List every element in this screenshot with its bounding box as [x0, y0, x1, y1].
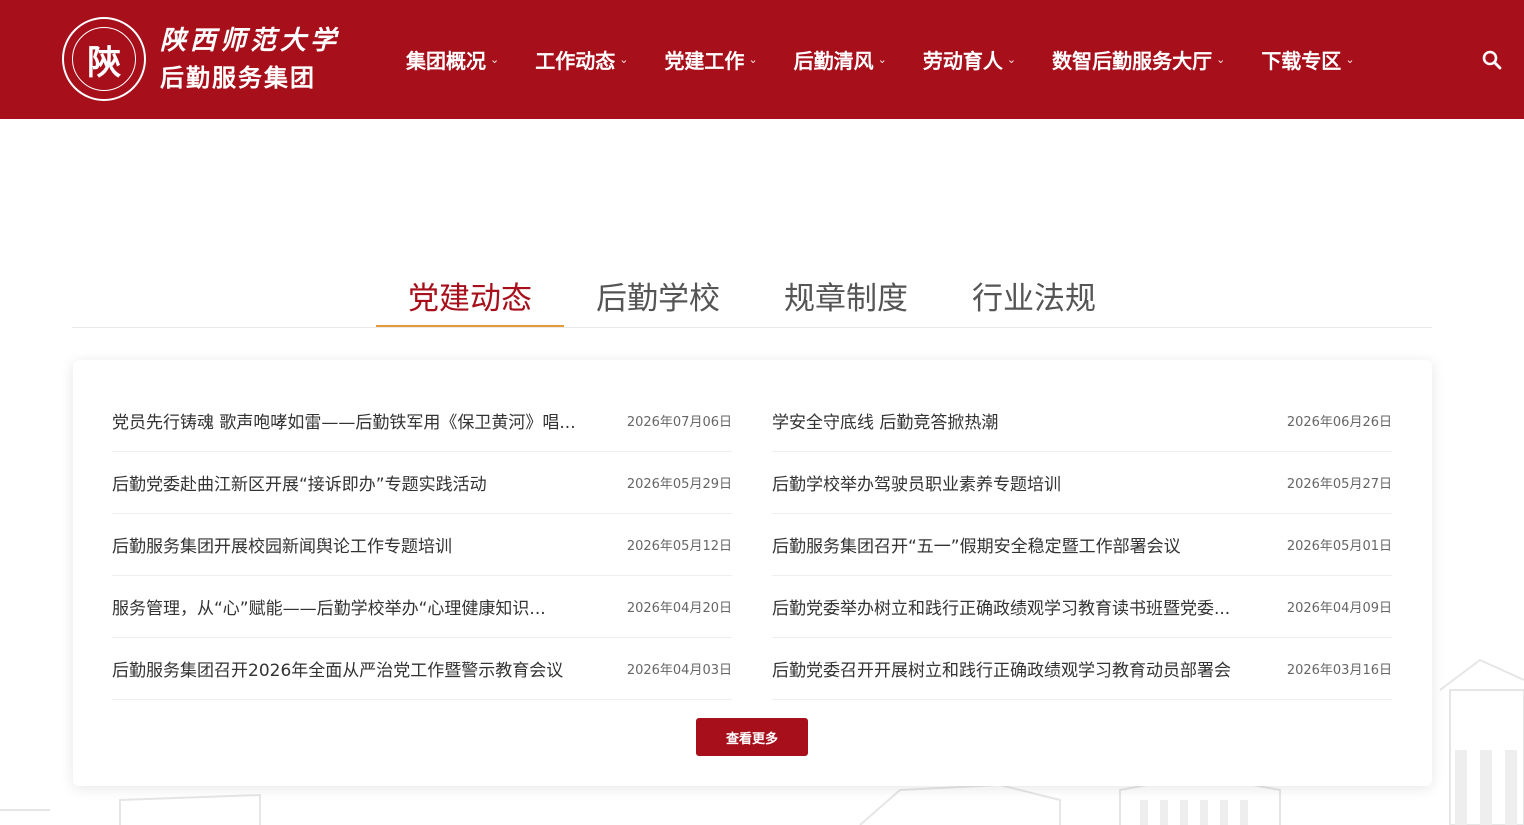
- nav-label: 党建工作: [664, 49, 745, 73]
- news-list-card: 党员先行铸魂 歌声咆哮如雷——后勤铁军用《保卫黄河》唱... 2026年07月0…: [73, 360, 1432, 786]
- news-column-right: 学安全守底线 后勤竞答掀热潮 2026年06月26日 后勤学校举办驾驶员职业素养…: [772, 390, 1392, 700]
- news-title[interactable]: 后勤党委赴曲江新区开展“接诉即办”专题实践活动: [112, 470, 487, 495]
- tab-industry-laws[interactable]: 行业法规: [940, 262, 1128, 328]
- news-date: 2026年04月20日: [626, 601, 732, 616]
- news-title[interactable]: 后勤服务集团召开“五一”假期安全稳定暨工作部署会议: [772, 532, 1181, 557]
- list-item[interactable]: 后勤服务集团开展校园新闻舆论工作专题培训 2026年05月12日: [112, 514, 732, 576]
- news-category-tabs: 党建动态 后勤学校 规章制度 行业法规: [376, 262, 1128, 328]
- site-header: 陝 陕西师范大学 后勤服务集团 集团概况 ⌄ 工作动态 ⌄ 党建工作 ⌄ 后勤清…: [0, 0, 1524, 119]
- main-nav: 集团概况 ⌄ 工作动态 ⌄ 党建工作 ⌄ 后勤清风 ⌄ 劳动育人 ⌄ 数智后勤服…: [406, 0, 1391, 119]
- tab-logistics-school[interactable]: 后勤学校: [564, 262, 752, 328]
- news-date: 2026年06月26日: [1286, 415, 1392, 430]
- chevron-down-icon: ⌄: [1006, 53, 1017, 66]
- university-name[interactable]: 陕西师范大学: [160, 20, 340, 57]
- chevron-down-icon: ⌄: [1216, 53, 1226, 66]
- nav-label: 下载专区: [1261, 49, 1342, 73]
- chevron-down-icon: ⌄: [619, 53, 629, 66]
- news-date: 2026年05月12日: [626, 539, 732, 554]
- news-title[interactable]: 后勤党委举办树立和践行正确政绩观学习教育读书班暨党委...: [772, 594, 1230, 619]
- nav-item-labor-education[interactable]: 劳动育人 ⌄: [923, 45, 1016, 74]
- list-item[interactable]: 后勤党委举办树立和践行正确政绩观学习教育读书班暨党委... 2026年04月09…: [772, 576, 1392, 638]
- nav-item-downloads[interactable]: 下载专区 ⌄: [1261, 45, 1354, 74]
- list-item[interactable]: 后勤学校举办驾驶员职业素养专题培训 2026年05月27日: [772, 452, 1392, 514]
- chevron-down-icon: ⌄: [490, 53, 500, 66]
- seal-inner: 陝: [72, 27, 136, 91]
- nav-label: 集团概况: [406, 49, 486, 73]
- news-title[interactable]: 后勤服务集团开展校园新闻舆论工作专题培训: [112, 532, 452, 557]
- news-date: 2026年04月03日: [626, 663, 732, 678]
- nav-label: 后勤清风: [793, 49, 874, 73]
- list-item[interactable]: 后勤党委赴曲江新区开展“接诉即办”专题实践活动 2026年05月29日: [112, 452, 732, 514]
- news-date: 2026年04月09日: [1286, 601, 1392, 616]
- nav-item-party-building[interactable]: 党建工作 ⌄: [664, 45, 757, 74]
- group-name[interactable]: 后勤服务集团: [160, 58, 316, 93]
- news-date: 2026年05月27日: [1286, 477, 1392, 492]
- news-date: 2026年05月29日: [626, 477, 732, 492]
- news-title[interactable]: 后勤服务集团召开2026年全面从严治党工作暨警示教育会议: [112, 656, 563, 681]
- nav-label: 工作动态: [535, 49, 616, 73]
- search-icon[interactable]: [1482, 50, 1502, 70]
- news-column-left: 党员先行铸魂 歌声咆哮如雷——后勤铁军用《保卫黄河》唱... 2026年07月0…: [112, 390, 732, 700]
- nav-item-group-overview[interactable]: 集团概况 ⌄: [406, 45, 499, 74]
- chevron-down-icon: ⌄: [748, 53, 758, 66]
- nav-item-clean-governance[interactable]: 后勤清风 ⌄: [794, 45, 887, 74]
- list-item[interactable]: 后勤党委召开开展树立和践行正确政绩观学习教育动员部署会 2026年03月16日: [772, 638, 1392, 700]
- list-item[interactable]: 服务管理，从“心”赋能——后勤学校举办“心理健康知识... 2026年04月20…: [112, 576, 732, 638]
- tab-party-news[interactable]: 党建动态: [376, 262, 564, 328]
- university-seal-logo[interactable]: 陝: [62, 17, 146, 101]
- news-title[interactable]: 党员先行铸魂 歌声咆哮如雷——后勤铁军用《保卫黄河》唱...: [112, 408, 576, 433]
- tab-regulations[interactable]: 规章制度: [752, 262, 940, 328]
- news-date: 2026年03月16日: [1286, 663, 1392, 678]
- news-title[interactable]: 后勤党委召开开展树立和践行正确政绩观学习教育动员部署会: [772, 656, 1231, 681]
- nav-label: 数智后勤服务大厅: [1052, 49, 1213, 73]
- news-title[interactable]: 后勤学校举办驾驶员职业素养专题培训: [772, 470, 1061, 495]
- list-item[interactable]: 后勤服务集团召开2026年全面从严治党工作暨警示教育会议 2026年04月03日: [112, 638, 732, 700]
- view-more-button[interactable]: 查看更多: [696, 718, 808, 756]
- nav-label: 劳动育人: [922, 49, 1003, 73]
- news-title[interactable]: 服务管理，从“心”赋能——后勤学校举办“心理健康知识...: [112, 594, 546, 619]
- list-item[interactable]: 学安全守底线 后勤竞答掀热潮 2026年06月26日: [772, 390, 1392, 452]
- news-date: 2026年05月01日: [1286, 539, 1392, 554]
- list-item[interactable]: 后勤服务集团召开“五一”假期安全稳定暨工作部署会议 2026年05月01日: [772, 514, 1392, 576]
- nav-item-service-hall[interactable]: 数智后勤服务大厅 ⌄: [1052, 45, 1225, 74]
- news-title[interactable]: 学安全守底线 后勤竞答掀热潮: [772, 408, 998, 433]
- tabs-divider: [72, 327, 1432, 328]
- nav-item-work-news[interactable]: 工作动态 ⌄: [535, 45, 628, 74]
- chevron-down-icon: ⌄: [877, 53, 887, 66]
- news-date: 2026年07月06日: [626, 415, 732, 430]
- list-item[interactable]: 党员先行铸魂 歌声咆哮如雷——后勤铁军用《保卫黄河》唱... 2026年07月0…: [112, 390, 732, 452]
- chevron-down-icon: ⌄: [1345, 53, 1355, 66]
